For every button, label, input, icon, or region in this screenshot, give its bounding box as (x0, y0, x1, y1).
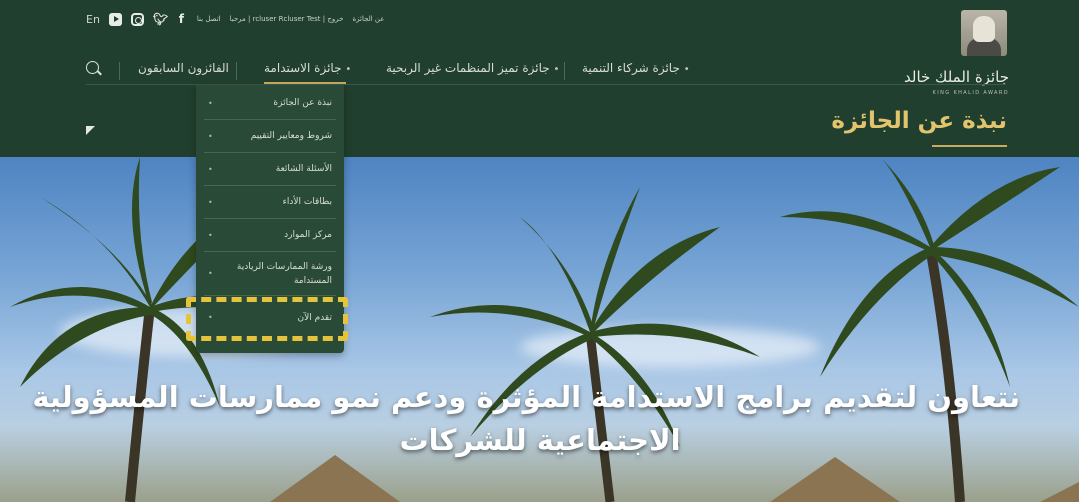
twitter-icon[interactable]: 🐦︎ (153, 12, 168, 26)
contact-link[interactable]: اتصل بنا (197, 15, 221, 23)
corner-arrow-icon[interactable] (86, 126, 95, 135)
nav-item-label: جائزة الاستدامة (264, 61, 342, 75)
dropdown-item-label: شروط ومعايير التقييم (250, 131, 332, 141)
dropdown-dot-icon: • (683, 64, 690, 75)
dropdown-item-workshop[interactable]: • ورشة الممارسات الريادية المستدامة (204, 252, 336, 296)
bullet-icon: • (208, 164, 213, 174)
nav-divider (236, 62, 237, 80)
facebook-icon[interactable]: f (175, 12, 188, 26)
brand-name-english: KING KHALID AWARD (932, 90, 1009, 96)
dropdown-item-label: الأسئلة الشائعة (275, 164, 332, 174)
youtube-icon[interactable] (108, 12, 122, 26)
main-navigation: الفائزون السابقون • جائزة الاستدامة • جا… (86, 58, 1006, 84)
dropdown-item-resource-center[interactable]: • مركز الموارد (204, 219, 336, 252)
king-portrait-logo[interactable] (961, 10, 1007, 56)
dropdown-item-faq[interactable]: • الأسئلة الشائعة (204, 153, 336, 186)
dropdown-dot-icon: • (553, 64, 560, 75)
dropdown-item-label: بطاقات الأداء (282, 197, 332, 207)
page-title: نبذة عن الجائزة (831, 108, 1007, 134)
nav-divider (564, 62, 565, 80)
nav-divider (119, 62, 120, 80)
bullet-icon: • (208, 98, 213, 108)
dropdown-item-label: مركز الموارد (284, 230, 332, 240)
dropdown-dot-icon: • (345, 64, 352, 75)
hero-heading-line-2: الاجتماعية للشركات (399, 423, 681, 457)
site-header: En 🐦︎ f اتصل بنا مرحبا | rcluser Rcluser… (0, 0, 1079, 157)
nav-item-previous-winners[interactable]: الفائزون السابقون (138, 61, 229, 75)
hero-banner: نتعاون لتقديم برامج الاستدامة المؤثرة ود… (0, 157, 1079, 502)
about-award-link[interactable]: عن الجائزة (352, 15, 384, 23)
instagram-icon[interactable] (130, 12, 144, 26)
dropdown-item-performance-cards[interactable]: • بطاقات الأداء (204, 186, 336, 219)
dropdown-item-criteria[interactable]: • شروط ومعايير التقييم (204, 120, 336, 153)
bullet-icon: • (208, 197, 213, 207)
search-icon[interactable] (86, 61, 99, 74)
dropdown-item-about[interactable]: • نبذة عن الجائزة (204, 87, 336, 120)
bullet-icon: • (208, 230, 213, 240)
title-underline (932, 145, 1007, 147)
top-bar: En 🐦︎ f اتصل بنا مرحبا | rcluser Rcluser… (86, 10, 384, 28)
dropdown-item-label: ورشة الممارسات الريادية المستدامة (236, 261, 332, 286)
nav-item-label: جائزة شركاء التنمية (582, 61, 680, 75)
nav-item-development-partners-award[interactable]: • جائزة شركاء التنمية (582, 61, 690, 75)
nav-item-label: جائزة تميز المنظمات غير الربحية (386, 61, 550, 75)
hero-heading-line-1: نتعاون لتقديم برامج الاستدامة المؤثرة ود… (32, 380, 1020, 414)
bullet-icon: • (208, 131, 213, 141)
bullet-icon: • (208, 269, 213, 278)
nav-item-nonprofit-excellence-award[interactable]: • جائزة تميز المنظمات غير الربحية (386, 61, 559, 75)
apply-now-highlight-box (186, 297, 348, 341)
dropdown-item-label: نبذة عن الجائزة (273, 98, 332, 108)
user-greeting-logout-link[interactable]: مرحبا | rcluser Rcluser Test | خروج (230, 15, 344, 23)
nav-item-sustainability-award[interactable]: • جائزة الاستدامة (264, 61, 351, 75)
language-switch-link[interactable]: En (86, 13, 100, 26)
